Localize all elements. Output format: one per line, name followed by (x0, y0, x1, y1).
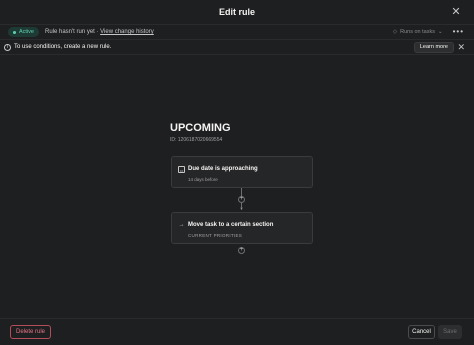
close-icon[interactable]: ✕ (450, 6, 462, 18)
view-change-history-link[interactable]: View change history (100, 29, 154, 35)
dialog-title: Edit rule (218, 7, 255, 17)
run-status-label: Rule hasn't run yet · (44, 29, 101, 35)
add-action-icon[interactable]: + (238, 247, 245, 254)
info-banner: i To use conditions, create a new rule. … (0, 40, 474, 55)
action-card[interactable]: → Move task to a certain section CURRENT… (171, 212, 313, 244)
rule-id: ID: 1206187020669554 (170, 137, 223, 143)
rule-name[interactable]: UPCOMING (170, 122, 231, 134)
tag-icon: ◇ (392, 28, 398, 35)
active-dot-icon (13, 30, 16, 34)
chevron-down-icon: ⌄ (437, 28, 443, 35)
action-title: Move task to a certain section (188, 222, 274, 228)
delete-rule-button[interactable]: Delete rule (10, 325, 52, 339)
info-icon: i (4, 43, 11, 51)
info-message: To use conditions, create a new rule. (14, 44, 112, 50)
dialog-header: Edit rule ✕ (0, 0, 474, 25)
run-status-text: Rule hasn't run yet · View change histor… (45, 29, 154, 35)
cancel-button[interactable]: Cancel (408, 325, 435, 339)
arrow-right-icon: → (178, 222, 185, 228)
status-badge: Active (8, 27, 39, 37)
arrow-down-icon: ⌄ (238, 205, 245, 211)
add-step-icon[interactable]: + (238, 196, 245, 203)
rule-status-bar: Active Rule hasn't run yet · View change… (0, 25, 474, 40)
calendar-icon: ▭ (178, 166, 185, 173)
action-subtitle: CURRENT PRIORITIES (188, 233, 243, 238)
trigger-subtitle: 14 days before (188, 177, 218, 182)
trigger-card[interactable]: ▭ Due date is approaching 14 days before (171, 156, 313, 188)
learn-more-button[interactable]: Learn more (413, 42, 454, 53)
status-badge-label: Active (19, 29, 34, 35)
runs-on-selector[interactable]: ◇ Runs on tasks ⌄ (393, 29, 443, 35)
save-button[interactable]: Save (438, 325, 462, 339)
trigger-title: Due date is approaching (188, 166, 258, 172)
status-actions: ◇ Runs on tasks ⌄ ••• (393, 27, 464, 36)
dialog-footer: Delete rule Cancel Save (0, 318, 474, 345)
edit-rule-dialog: Edit rule ✕ Active Rule hasn't run yet ·… (0, 0, 474, 345)
runs-on-label: Runs on tasks (400, 28, 435, 35)
dismiss-banner-icon[interactable]: ✕ (457, 42, 465, 52)
more-options-button[interactable]: ••• (453, 27, 464, 36)
